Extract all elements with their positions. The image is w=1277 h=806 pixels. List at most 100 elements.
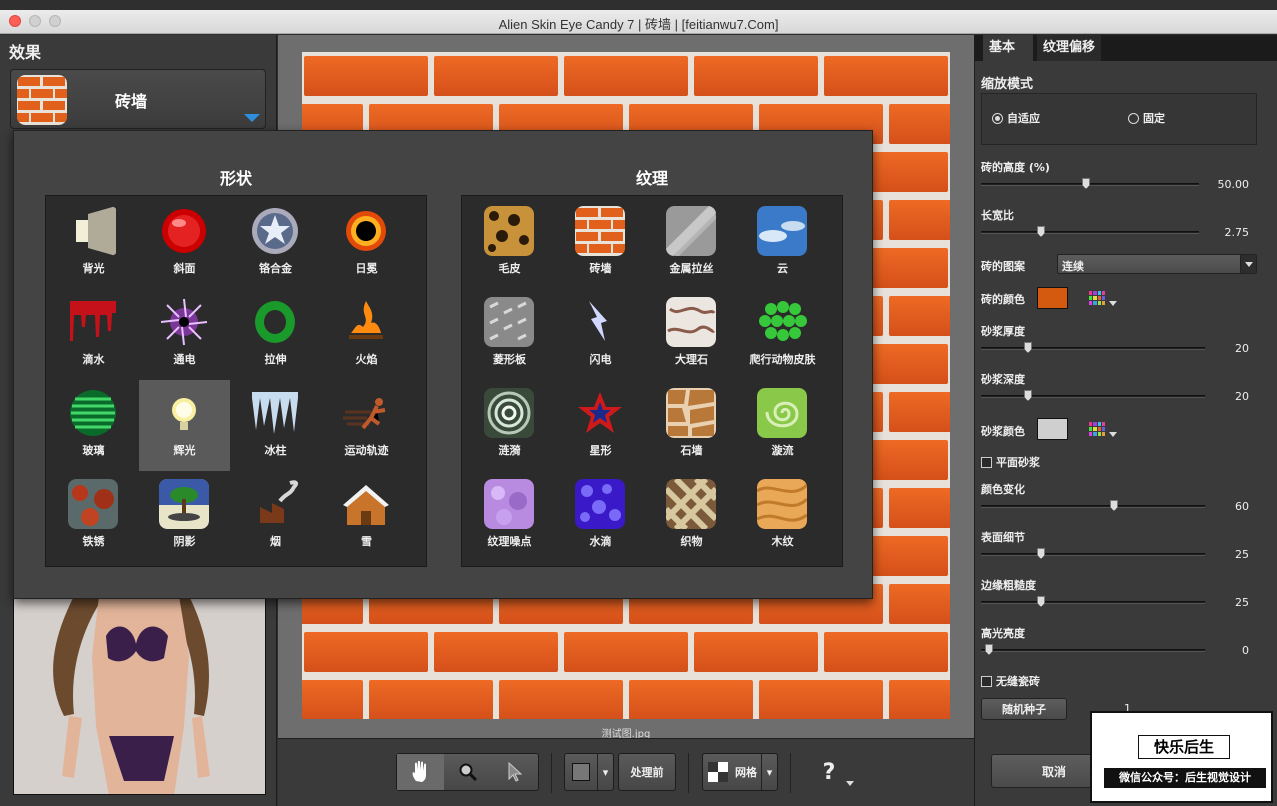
slider-knob[interactable] — [1037, 226, 1045, 237]
help-button[interactable]: ? — [814, 757, 844, 787]
effect-tile[interactable]: 毛皮 — [464, 198, 555, 289]
wood-icon — [757, 479, 807, 529]
effect-tile[interactable]: 玻璃 — [48, 380, 139, 471]
effect-tile[interactable]: 阴影 — [139, 471, 230, 562]
mortar-color-swatch[interactable] — [1037, 418, 1068, 440]
effect-tile-label: 爬行动物皮肤 — [749, 353, 816, 366]
slider-knob[interactable] — [1037, 596, 1045, 607]
effect-tile-label: 烟 — [270, 535, 281, 548]
color-var-slider[interactable] — [981, 500, 1205, 511]
view-mode-button[interactable]: ▾ — [564, 753, 614, 791]
effect-tile[interactable]: 砖墙 — [555, 198, 646, 289]
effect-tile[interactable]: 拉伸 — [230, 289, 321, 380]
effect-tile[interactable]: 通电 — [139, 289, 230, 380]
palette-icon[interactable] — [1089, 422, 1105, 436]
before-button[interactable]: 处理前 — [618, 753, 676, 791]
zoom-fixed-radio[interactable]: 固定 — [1128, 110, 1165, 126]
chevron-down-icon[interactable] — [846, 781, 854, 786]
mortar-thick-slider[interactable] — [981, 342, 1205, 353]
random-seed-button[interactable]: 随机种子 — [981, 698, 1067, 720]
effect-tile-label: 运动轨迹 — [344, 444, 389, 457]
chevron-down-icon[interactable] — [1109, 301, 1117, 306]
zoom-tool-button[interactable] — [444, 754, 491, 790]
brick-color-swatch[interactable] — [1037, 287, 1068, 309]
before-label: 处理前 — [630, 766, 664, 779]
model-photo — [14, 596, 265, 794]
select-tool-button[interactable] — [491, 754, 538, 790]
slider-knob[interactable] — [1024, 342, 1032, 353]
effect-tile[interactable]: 烟 — [230, 471, 321, 562]
flat-mortar-checkbox[interactable]: 平面砂浆 — [981, 454, 1040, 470]
highlight-label: 高光亮度 — [981, 627, 1025, 640]
effect-tile-label: 背光 — [82, 262, 105, 275]
brick-height-slider[interactable] — [981, 178, 1199, 189]
effect-tile[interactable]: 菱形板 — [464, 289, 555, 380]
effect-selector[interactable]: 砖墙 — [10, 69, 266, 129]
effect-tile-label: 铬合金 — [259, 262, 292, 275]
effect-tile[interactable]: 织物 — [646, 471, 737, 562]
effect-tile[interactable]: 斜面 — [139, 198, 230, 289]
edge-rough-value[interactable]: 25 — [1235, 596, 1249, 609]
mortar-depth-slider[interactable] — [981, 390, 1205, 401]
chevron-down-icon[interactable]: ▾ — [597, 754, 613, 790]
effect-tile[interactable]: 金属拉丝 — [646, 198, 737, 289]
effect-tile[interactable]: 水滴 — [555, 471, 646, 562]
zoom-fit-radio[interactable]: 自适应 — [992, 110, 1040, 126]
slider-knob[interactable] — [985, 644, 993, 655]
effect-tile[interactable]: 爬行动物皮肤 — [737, 289, 828, 380]
slider-knob[interactable] — [1110, 500, 1118, 511]
effect-tile[interactable]: 铁锈 — [48, 471, 139, 562]
effect-tile[interactable]: 石墙 — [646, 380, 737, 471]
effect-tile[interactable]: 背光 — [48, 198, 139, 289]
aspect-slider[interactable] — [981, 226, 1199, 237]
effect-tile-label: 云 — [777, 262, 788, 275]
motion-trail-icon — [341, 388, 391, 438]
effect-tile[interactable]: 涟漪 — [464, 380, 555, 471]
effect-tile[interactable]: 冰柱 — [230, 380, 321, 471]
texture-noise-icon — [484, 479, 534, 529]
surface-detail-value[interactable]: 25 — [1235, 548, 1249, 561]
edge-rough-slider[interactable] — [981, 596, 1205, 607]
mortar-thick-value[interactable]: 20 — [1235, 342, 1249, 355]
slider-knob[interactable] — [1024, 390, 1032, 401]
highlight-slider[interactable] — [981, 644, 1205, 655]
highlight-value[interactable]: 0 — [1242, 644, 1249, 657]
effect-tile[interactable]: 日冕 — [321, 198, 412, 289]
chevron-down-icon[interactable]: ▾ — [761, 754, 777, 790]
electrify-icon — [159, 297, 209, 347]
tab-basic[interactable]: 基本 — [983, 35, 1033, 61]
hand-tool-button[interactable] — [397, 754, 444, 790]
palette-icon[interactable] — [1089, 291, 1105, 305]
settings-tabs: 基本 纹理偏移 — [975, 35, 1277, 61]
effect-tile[interactable]: 运动轨迹 — [321, 380, 412, 471]
effect-tile[interactable]: 辉光 — [139, 380, 230, 471]
color-var-value[interactable]: 60 — [1235, 500, 1249, 513]
effect-tile[interactable]: 漩流 — [737, 380, 828, 471]
tab-texture-offset[interactable]: 纹理偏移 — [1037, 35, 1101, 61]
effect-tile[interactable]: 闪电 — [555, 289, 646, 380]
chevron-down-icon[interactable] — [244, 114, 260, 122]
fire-icon — [341, 297, 391, 347]
mortar-thick-label: 砂浆厚度 — [981, 325, 1025, 338]
effect-tile[interactable]: 云 — [737, 198, 828, 289]
seamless-checkbox[interactable]: 无缝瓷砖 — [981, 673, 1040, 689]
effect-tile[interactable]: 滴水 — [48, 289, 139, 380]
glow-icon — [159, 388, 209, 438]
grid-button[interactable]: 网格 ▾ — [702, 753, 778, 791]
brick-height-value[interactable]: 50.00 — [1218, 178, 1250, 191]
effect-tile[interactable]: 星形 — [555, 380, 646, 471]
pattern-dropdown[interactable]: 连续 — [1057, 254, 1257, 274]
slider-knob[interactable] — [1082, 178, 1090, 189]
effect-tile[interactable]: 大理石 — [646, 289, 737, 380]
chevron-down-icon[interactable] — [1109, 432, 1117, 437]
aspect-value[interactable]: 2.75 — [1225, 226, 1250, 239]
effect-tile-label: 星形 — [589, 444, 612, 457]
slider-knob[interactable] — [1037, 548, 1045, 559]
effect-tile[interactable]: 铬合金 — [230, 198, 321, 289]
effect-tile[interactable]: 纹理噪点 — [464, 471, 555, 562]
effect-tile[interactable]: 火焰 — [321, 289, 412, 380]
effect-tile[interactable]: 木纹 — [737, 471, 828, 562]
effect-tile[interactable]: 雪 — [321, 471, 412, 562]
mortar-depth-value[interactable]: 20 — [1235, 390, 1249, 403]
surface-detail-slider[interactable] — [981, 548, 1205, 559]
